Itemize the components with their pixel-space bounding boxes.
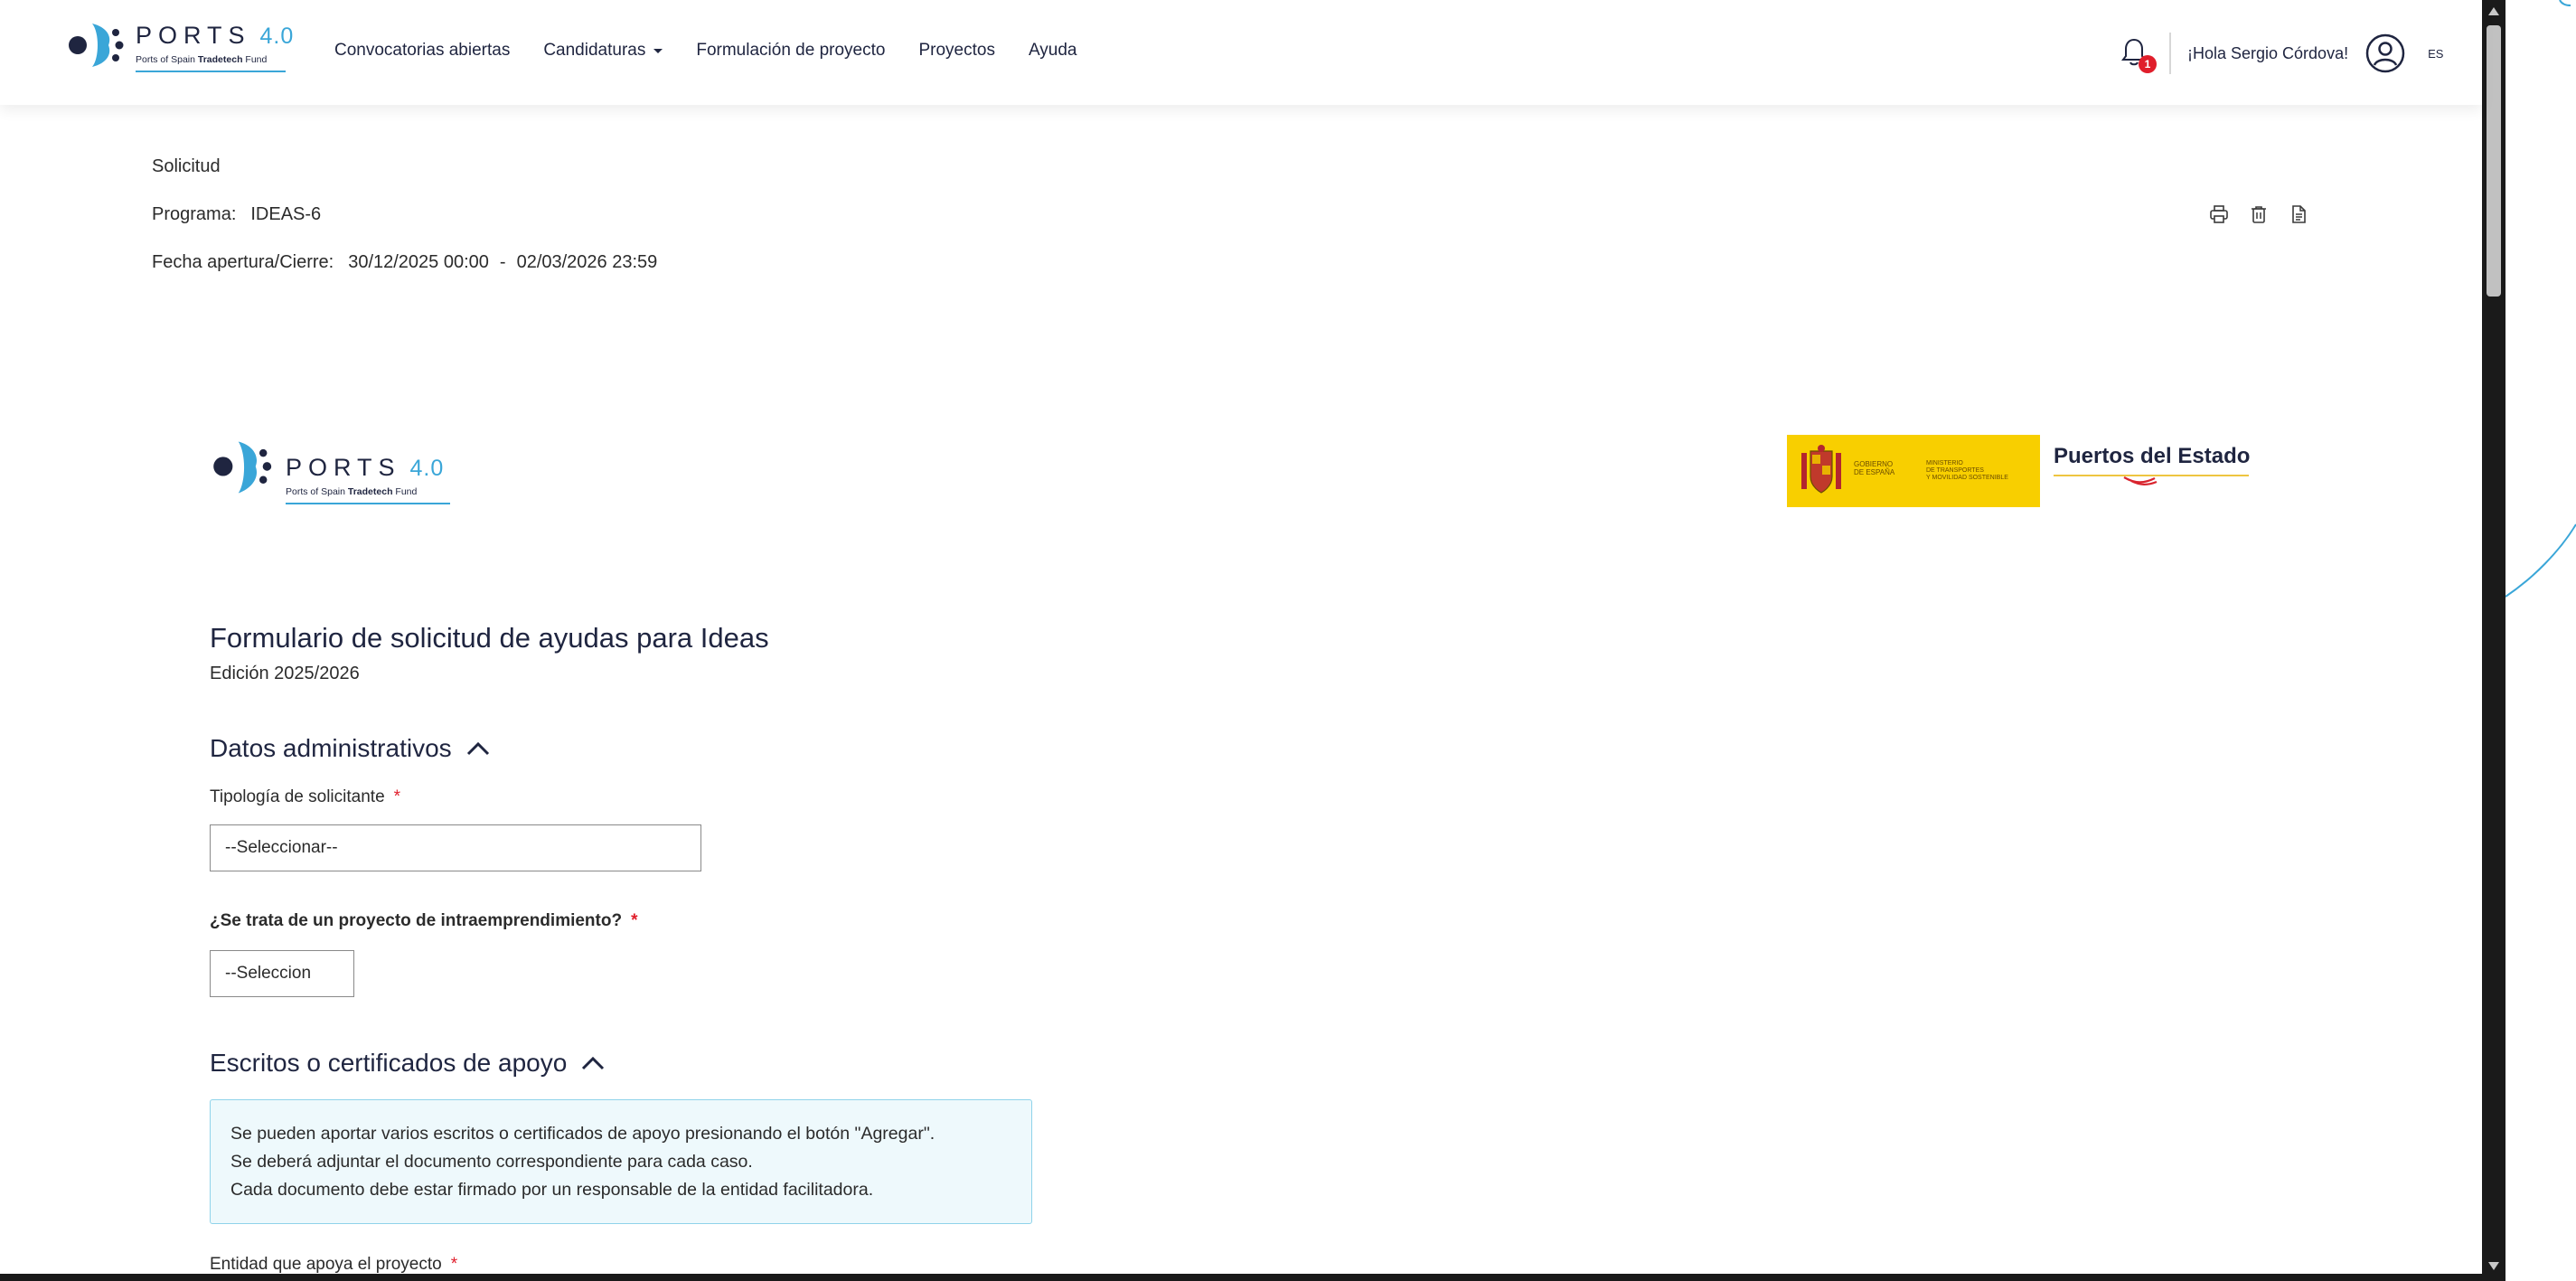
chevron-up-icon <box>582 1056 605 1070</box>
scroll-up-icon[interactable] <box>2488 7 2499 15</box>
vertical-scrollbar[interactable] <box>2482 0 2505 1281</box>
bottom-edge <box>0 1274 2482 1281</box>
main-nav: Convocatorias abiertas Candidaturas Form… <box>334 41 1110 61</box>
form-edition: Edición 2025/2026 <box>210 664 360 683</box>
print-icon[interactable] <box>2209 204 2229 224</box>
program-row: Programa: IDEAS-6 <box>152 202 657 250</box>
document-icon[interactable] <box>2289 204 2308 224</box>
top-navbar: PORTS 4.0 Ports of Spain Tradetech Fund … <box>0 0 2482 105</box>
gobierno-logo: GOBIERNO DE ESPAÑA MINISTERIO DE TRANSPO… <box>1787 435 2040 507</box>
program-label: Programa: <box>152 204 237 224</box>
chevron-up-icon <box>466 741 489 756</box>
form-title: Formulario de solicitud de ayudas para I… <box>210 622 769 654</box>
support-info-note: Se pueden aportar varios escritos o cert… <box>210 1099 1032 1224</box>
user-area: 1 ¡Hola Sergio Córdova! ES <box>2120 31 2443 76</box>
nav-convocatorias[interactable]: Convocatorias abiertas <box>334 41 510 61</box>
divider <box>2169 33 2171 74</box>
program-value: IDEAS-6 <box>250 204 322 224</box>
background-strip <box>2505 0 2576 1281</box>
note-line: Se deberá adjuntar el documento correspo… <box>230 1152 753 1172</box>
intraemprendimiento-label: ¿Se trata de un proyecto de intraemprend… <box>210 911 638 930</box>
note-line: Cada documento debe estar firmado por un… <box>230 1180 874 1200</box>
nav-candidaturas[interactable]: Candidaturas <box>543 41 663 61</box>
wave-logo-icon <box>2054 475 2249 485</box>
section-admin-title: Datos administrativos <box>210 734 452 762</box>
date-close: 02/03/2026 23:59 <box>516 252 658 272</box>
decorative-curve-icon <box>2505 0 2576 598</box>
language-selector[interactable]: ES <box>2428 47 2443 61</box>
toolbar <box>2209 204 2308 224</box>
partner-name: Puertos del Estado <box>2054 444 2251 468</box>
ports-logo-mark-icon <box>213 441 272 494</box>
applicant-type-select[interactable]: --Seleccionar-- <box>210 824 701 871</box>
request-title: Solicitud <box>152 156 221 176</box>
scroll-down-icon[interactable] <box>2488 1262 2499 1270</box>
trash-icon[interactable] <box>2249 204 2269 224</box>
supporting-entity-label: Entidad que apoya el proyecto * <box>210 1255 458 1274</box>
user-greeting[interactable]: ¡Hola Sergio Córdova! <box>2187 44 2348 63</box>
nav-formulacion[interactable]: Formulación de proyecto <box>696 41 885 61</box>
nav-ayuda[interactable]: Ayuda <box>1029 41 1077 61</box>
applicant-type-label: Tipología de solicitante * <box>210 787 401 806</box>
date-open: 30/12/2025 00:00 <box>348 252 489 272</box>
brand-version: 4.0 <box>259 24 295 49</box>
brand-name: PORTS <box>136 22 251 49</box>
section-admin-header[interactable]: Datos administrativos <box>210 734 490 763</box>
notification-badge: 1 <box>2139 55 2157 73</box>
notifications-button[interactable]: 1 <box>2120 35 2157 73</box>
dates-label: Fecha apertura/Cierre: <box>152 252 334 272</box>
ports-logo[interactable]: PORTS 4.0 Ports of Spain Tradetech Fund <box>65 16 300 89</box>
intraemprendimiento-select[interactable]: --Seleccion <box>210 950 354 997</box>
coat-of-arms-icon <box>1801 445 1841 494</box>
dates-row: Fecha apertura/Cierre: 30/12/2025 00:00-0… <box>152 252 658 272</box>
brand-tagline: Ports of Spain Tradetech Fund <box>136 54 268 65</box>
scrollbar-thumb[interactable] <box>2487 25 2501 297</box>
section-support-title: Escritos o certificados de apoyo <box>210 1049 568 1077</box>
note-line: Se pueden aportar varios escritos o cert… <box>230 1124 935 1144</box>
nav-proyectos[interactable]: Proyectos <box>918 41 994 61</box>
request-info: Solicitud Programa: IDEAS-6 Fecha apertur… <box>152 154 657 297</box>
ports-logo-mark-icon <box>69 24 124 67</box>
form-ports-logo: PORTS 4.0 Ports of Spain Tradetech Fund <box>210 436 463 517</box>
section-support-header[interactable]: Escritos o certificados de apoyo <box>210 1049 605 1078</box>
gobierno-text: GOBIERNO DE ESPAÑA <box>1854 460 1895 476</box>
ministerio-text: MINISTERIO DE TRANSPORTES Y MOVILIDAD SO… <box>1926 460 2008 481</box>
user-avatar-icon[interactable] <box>2364 33 2406 74</box>
caret-down-icon <box>653 48 663 53</box>
brand-underline <box>136 71 286 72</box>
puertos-del-estado-logo: Puertos del Estado <box>2054 444 2250 489</box>
